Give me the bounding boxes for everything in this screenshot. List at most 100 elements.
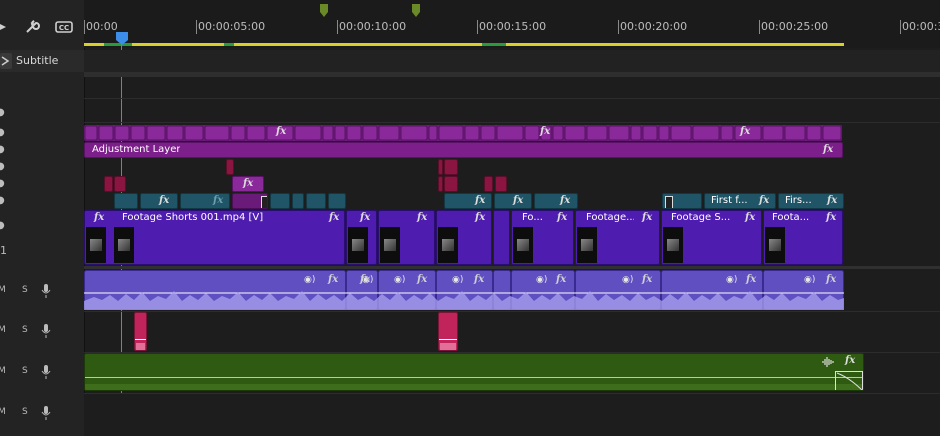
eye-icon[interactable]: ●: [0, 145, 6, 155]
solo-button[interactable]: S: [22, 325, 28, 335]
graphic-clip[interactable]: [438, 159, 443, 175]
playhead-icon[interactable]: [115, 32, 129, 46]
graphic-clip[interactable]: [114, 176, 126, 192]
track-separator: [84, 122, 940, 123]
wrench-icon[interactable]: [24, 19, 40, 35]
eye-icon[interactable]: ●: [0, 179, 6, 189]
marker-icon[interactable]: [412, 4, 420, 18]
microphone-icon[interactable]: [41, 284, 51, 298]
adjustment-layer-clip[interactable]: Adjustment Layer fx: [84, 142, 843, 158]
mute-button[interactable]: M: [0, 325, 6, 335]
eye-icon[interactable]: ●: [0, 162, 6, 172]
fx-badge: fx: [540, 126, 551, 137]
graphic-clip[interactable]: [495, 176, 507, 192]
svg-text:fx: fx: [745, 274, 757, 285]
eye-icon[interactable]: ●: [0, 128, 6, 138]
clip-thumbnail: [765, 227, 785, 263]
video-clip[interactable]: Foota... fx: [763, 210, 843, 265]
fx-badge: fx: [360, 212, 371, 223]
audio-track-4[interactable]: [84, 394, 940, 436]
title-clip[interactable]: [306, 193, 326, 209]
track-separator: [84, 266, 940, 269]
video-clip[interactable]: Footage S... fx: [661, 210, 762, 265]
fx-badge: fx: [823, 144, 834, 155]
sfx-clip[interactable]: [438, 312, 458, 351]
svg-text:CC: CC: [59, 24, 69, 32]
title-clip[interactable]: [232, 193, 268, 209]
graphic-clip[interactable]: [104, 176, 113, 192]
clip-label: Fo...: [522, 212, 543, 223]
svg-text:◉): ◉): [726, 275, 737, 285]
subtitle-track[interactable]: [84, 50, 940, 72]
eye-icon[interactable]: ●: [0, 196, 6, 206]
mute-button[interactable]: M: [0, 366, 6, 376]
clip-label: Firs...: [785, 195, 812, 206]
title-clip[interactable]: Firs... fx: [778, 193, 844, 209]
title-clip[interactable]: [270, 193, 290, 209]
track-separator: [84, 311, 940, 312]
clip-thumbnail: [577, 227, 597, 263]
subtitle-track-header[interactable]: Subtitle: [0, 50, 84, 72]
microphone-icon[interactable]: [41, 406, 51, 420]
eye-icon[interactable]: ●: [0, 108, 6, 118]
video-clip[interactable]: Footage... fx: [575, 210, 660, 265]
video-clip[interactable]: [493, 210, 510, 265]
title-clip[interactable]: [328, 193, 346, 209]
title-clip[interactable]: First f... fx: [704, 193, 776, 209]
title-track[interactable]: fx fx fx fx fx First f... fx Firs... fx: [114, 193, 844, 209]
solo-button[interactable]: S: [22, 366, 28, 376]
mute-button[interactable]: M: [0, 407, 6, 417]
ruler-tick: [759, 20, 760, 34]
solo-button[interactable]: S: [22, 407, 28, 417]
clip-thumbnail: [513, 227, 533, 263]
ruler-label: 00:00:10:00: [339, 20, 407, 33]
fx-badge: fx: [513, 195, 524, 206]
graphic-clip[interactable]: [438, 176, 443, 192]
fx-badge: fx: [417, 212, 428, 223]
fx-badge: fx: [475, 195, 486, 206]
video-track[interactable]: fx Footage Shorts 001.mp4 [V] fx fx fx f…: [84, 210, 844, 265]
title-clip[interactable]: [114, 193, 138, 209]
graphic-clip[interactable]: [226, 159, 234, 175]
work-area-bar[interactable]: [84, 43, 844, 46]
solo-button[interactable]: S: [22, 285, 28, 295]
ruler-label: 00:00:15:00: [479, 20, 547, 33]
video-clip[interactable]: fx: [346, 210, 377, 265]
marker-icon[interactable]: [320, 4, 328, 18]
clip-thumbnail: [114, 227, 134, 263]
graphic-clip[interactable]: [444, 176, 458, 192]
audio-track-1[interactable]: ◉) ◉) ◉) ◉) ◉) ◉) ◉) ◉) fx fx fx fx fx fx fx fx: [84, 270, 844, 310]
video-clip[interactable]: fx Footage Shorts 001.mp4 [V] fx: [84, 210, 345, 265]
title-clip[interactable]: fx: [534, 193, 578, 209]
title-clip[interactable]: fx: [444, 193, 492, 209]
ruler-tick: [196, 20, 197, 34]
track-divider: [84, 72, 940, 77]
music-clip[interactable]: fx: [84, 353, 864, 391]
svg-text:◉): ◉): [304, 275, 315, 285]
graphic-clip[interactable]: fx: [232, 176, 264, 192]
toggle-icon[interactable]: [0, 22, 8, 32]
sfx-clip[interactable]: [134, 312, 147, 351]
time-ruler[interactable]: 00:00 00:00:05:00 00:00:10:00 00:00:15:0…: [84, 0, 940, 48]
title-clip[interactable]: [292, 193, 304, 209]
title-clip[interactable]: fx: [140, 193, 178, 209]
eye-icon[interactable]: ●: [0, 221, 6, 231]
fx-badge: fx: [94, 212, 105, 223]
microphone-icon[interactable]: [41, 365, 51, 379]
video-clip[interactable]: fx: [378, 210, 435, 265]
graphic-clip[interactable]: [444, 159, 458, 175]
graphic-clip[interactable]: [484, 176, 493, 192]
adjustment-segments-track[interactable]: fx fx fx: [84, 125, 842, 141]
mute-button[interactable]: M: [0, 285, 6, 295]
captions-icon[interactable]: CC: [55, 21, 73, 33]
video-clip[interactable]: Fo... fx: [511, 210, 574, 265]
svg-text:fx: fx: [825, 274, 837, 285]
title-clip[interactable]: fx: [494, 193, 532, 209]
audio-track-3-controls: M S: [0, 365, 84, 379]
ruler-tick: [477, 20, 478, 34]
title-clip[interactable]: [662, 193, 702, 209]
video-clip[interactable]: fx: [436, 210, 492, 265]
microphone-icon[interactable]: [41, 324, 51, 338]
title-clip[interactable]: fx: [180, 193, 230, 209]
track-target-toggle[interactable]: [0, 53, 12, 69]
